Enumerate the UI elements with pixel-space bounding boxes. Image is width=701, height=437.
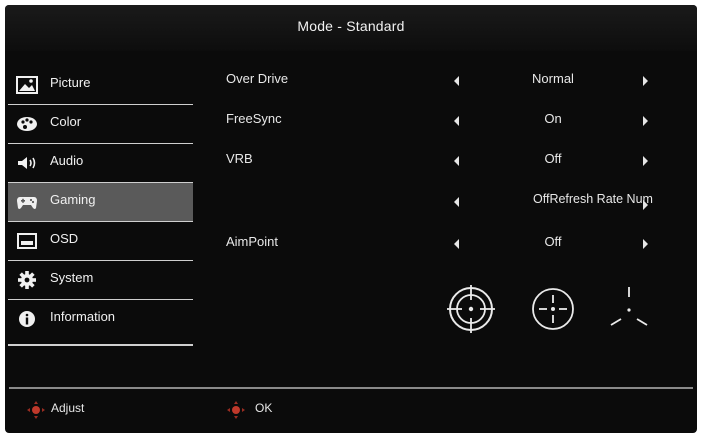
setting-value: On bbox=[544, 111, 562, 126]
setting-row-freesync[interactable]: FreeSync On bbox=[226, 111, 696, 135]
setting-label: VRB bbox=[226, 151, 253, 166]
arrow-right-icon[interactable] bbox=[643, 239, 648, 249]
arrow-left-icon[interactable] bbox=[454, 116, 459, 126]
sidebar-item-system[interactable]: System bbox=[8, 261, 193, 300]
arrow-right-icon[interactable] bbox=[643, 156, 648, 166]
sidebar-item-label: Audio bbox=[50, 153, 84, 168]
arrow-right-icon[interactable] bbox=[643, 200, 648, 210]
sidebar-divider bbox=[8, 344, 193, 346]
sidebar-item-label: System bbox=[50, 270, 94, 285]
sidebar-item-audio[interactable]: Audio bbox=[8, 144, 193, 183]
crosshair-tri-icon[interactable] bbox=[610, 287, 648, 326]
setting-value: Off bbox=[544, 151, 562, 166]
setting-label: FreeSync bbox=[226, 111, 282, 126]
setting-value: Normal bbox=[532, 71, 574, 86]
arrow-right-icon[interactable] bbox=[643, 116, 648, 126]
mode-title: Mode - Standard bbox=[297, 18, 405, 34]
sidebar-item-label: Information bbox=[50, 309, 116, 324]
arrow-left-icon[interactable] bbox=[454, 156, 459, 166]
joystick-ok-icon bbox=[227, 401, 245, 419]
sidebar-item-osd[interactable]: OSD bbox=[8, 222, 193, 261]
setting-label: AimPoint bbox=[226, 234, 279, 249]
sidebar-item-picture[interactable]: Picture bbox=[8, 66, 193, 105]
setting-row-vrb[interactable]: VRB Off bbox=[226, 151, 696, 175]
setting-value: OffRefresh Rate Num bbox=[533, 192, 653, 206]
osd-menu: Mode - Standard Picture Color Audio Gami… bbox=[5, 5, 697, 433]
gamepad-icon bbox=[17, 197, 37, 209]
sidebar-item-information[interactable]: Information bbox=[8, 300, 193, 339]
joystick-adjust-icon bbox=[27, 401, 45, 419]
setting-row-aimpoint[interactable]: AimPoint Off bbox=[226, 234, 696, 258]
arrow-left-icon[interactable] bbox=[454, 76, 459, 86]
footer-adjust-label: Adjust bbox=[51, 401, 85, 415]
title-bar: Mode - Standard bbox=[5, 5, 697, 51]
setting-row-refresh-rate-num[interactable]: OffRefresh Rate Num bbox=[226, 192, 696, 216]
footer-ok-label: OK bbox=[255, 401, 273, 415]
sidebar-item-label: Picture bbox=[50, 75, 91, 90]
sidebar-item-label: OSD bbox=[50, 231, 79, 246]
arrow-right-icon[interactable] bbox=[643, 76, 648, 86]
osd-window-icon bbox=[17, 233, 37, 249]
gear-icon bbox=[18, 271, 36, 289]
arrow-left-icon[interactable] bbox=[454, 197, 459, 207]
sidebar-item-color[interactable]: Color bbox=[8, 105, 193, 144]
speaker-icon bbox=[18, 157, 36, 169]
sidebar-item-gaming[interactable]: Gaming bbox=[8, 183, 193, 222]
setting-value: Off bbox=[544, 234, 562, 249]
crosshair-dotted-icon[interactable] bbox=[532, 288, 574, 330]
sidebar-item-label: Gaming bbox=[50, 192, 96, 207]
setting-label: Over Drive bbox=[226, 71, 289, 86]
footer-divider bbox=[9, 387, 693, 389]
info-icon bbox=[19, 311, 35, 327]
aimpoint-crosshair-options bbox=[447, 285, 648, 333]
sidebar-item-label: Color bbox=[50, 114, 82, 129]
sidebar: Picture Color Audio Gaming OSD System In… bbox=[8, 66, 193, 339]
palette-icon bbox=[17, 117, 37, 131]
picture-icon bbox=[16, 76, 38, 94]
arrow-left-icon[interactable] bbox=[454, 239, 459, 249]
setting-row-over-drive[interactable]: Over Drive Normal bbox=[226, 71, 696, 95]
crosshair-circle-icon[interactable] bbox=[447, 285, 495, 333]
